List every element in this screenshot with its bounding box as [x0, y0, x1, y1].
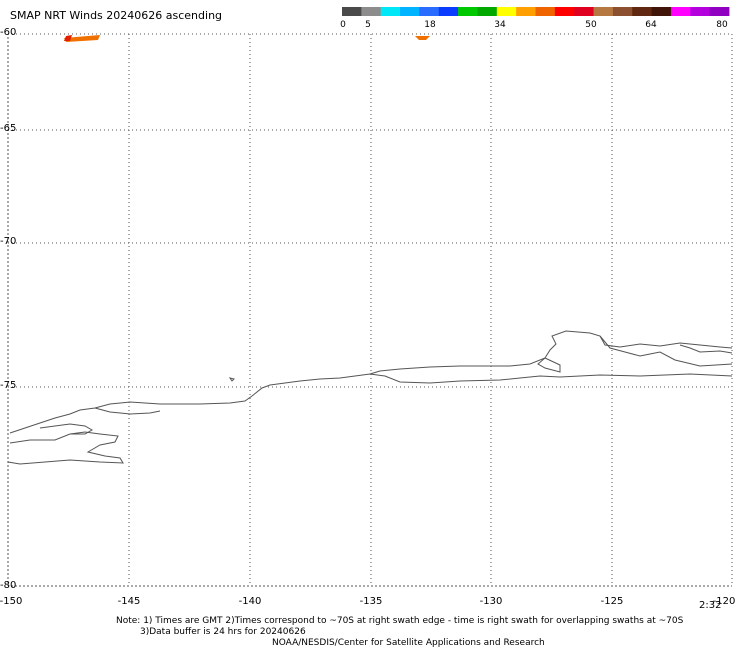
lon-label: -145: [117, 596, 141, 607]
colorbar-segment: [516, 7, 536, 16]
coastline: [7, 330, 733, 465]
colorbar-segment: [496, 7, 517, 16]
note-line-1: Note: 1) Times are GMT 2)Times correspon…: [116, 616, 684, 626]
note-line-2: 3)Data buffer is 24 hrs for 20240626: [140, 627, 306, 637]
colorbar-label: 50: [585, 20, 597, 30]
lat-label: -75: [0, 380, 17, 391]
lon-label: -125: [600, 596, 624, 607]
wind-swath: [64, 35, 430, 42]
colorbar: [342, 7, 730, 16]
colorbar-segment: [361, 7, 382, 16]
colorbar-segment: [419, 7, 440, 16]
colorbar-segment: [342, 7, 362, 16]
lon-label: -140: [238, 596, 262, 607]
colorbar-segment: [380, 7, 401, 16]
colorbar-segment: [554, 7, 575, 16]
note-line-3: NOAA/NESDIS/Center for Satellite Applica…: [272, 638, 545, 648]
colorbar-segment: [690, 7, 711, 16]
colorbar-segment: [670, 7, 691, 16]
lon-label: -150: [0, 596, 23, 607]
wind-swath-east: [415, 36, 430, 40]
grid-lines: [7, 33, 733, 587]
colorbar-label: 5: [365, 20, 371, 30]
lat-label: -80: [0, 580, 17, 591]
colorbar-segment: [477, 7, 498, 16]
colorbar-segment: [535, 7, 556, 16]
colorbar-label: 18: [424, 20, 436, 30]
colorbar-label: 64: [645, 20, 657, 30]
islet: [228, 377, 235, 382]
coastline-west: [7, 431, 124, 465]
colorbar-segment: [709, 7, 730, 16]
map-title: SMAP NRT Winds 20240626 ascending: [10, 9, 223, 22]
colorbar-segment: [438, 7, 459, 16]
map-frame: [7, 33, 733, 587]
colorbar-label: 0: [340, 20, 346, 30]
colorbar-segment: [632, 7, 652, 16]
lon-label: -130: [479, 596, 503, 607]
coastline-shelf: [679, 344, 733, 354]
colorbar-segment: [400, 7, 420, 16]
colorbar-segment: [574, 7, 594, 16]
colorbar-label: 80: [716, 20, 728, 30]
colorbar-segment: [651, 7, 672, 16]
colorbar-label: 34: [494, 20, 506, 30]
colorbar-segment: [612, 7, 633, 16]
map-canvas: [7, 7, 733, 587]
coastline-inner: [537, 357, 561, 373]
lon-label: -135: [359, 596, 383, 607]
coastline-peninsula: [369, 330, 733, 375]
colorbar-segment: [458, 7, 478, 16]
coastline-strait: [94, 407, 161, 415]
colorbar-segment: [593, 7, 614, 16]
lat-label: -60: [0, 27, 17, 38]
lat-label: -65: [0, 123, 17, 134]
lat-label: -70: [0, 236, 17, 247]
swath-time-label: 2:32: [699, 600, 722, 611]
